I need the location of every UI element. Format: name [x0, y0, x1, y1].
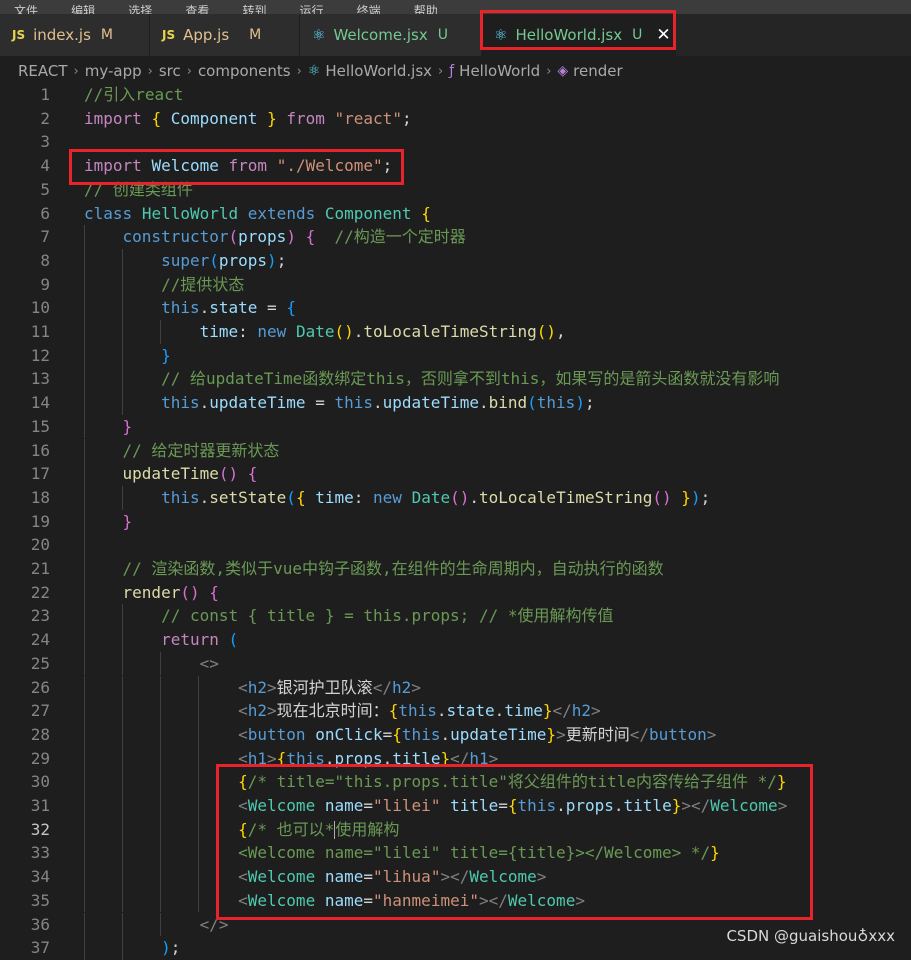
code-line-19: 19 } [0, 509, 911, 534]
menu-bar: 文件 编辑 选择 查看 转到 运行 终端 帮助 [0, 0, 911, 14]
function-icon: ƒ [449, 63, 455, 79]
code-line-15: 15 } [0, 414, 911, 439]
code-line-20: 20 [0, 533, 911, 557]
chevron-right-icon: › [186, 63, 192, 79]
code-line-12: 12 } [0, 343, 911, 368]
code-line-22: 22 render() { [0, 580, 911, 605]
chevron-right-icon: › [438, 63, 444, 79]
code-line-4: 4 import Welcome from "./Welcome"; [40, 156, 393, 176]
tab-label: index.js [33, 26, 91, 44]
code-line-1: 1//引入react [40, 85, 184, 104]
code-line-3: 3 [40, 132, 50, 152]
code-editor[interactable]: 1//引入react 2 import { Component } from "r… [0, 83, 911, 960]
breadcrumb: REACT › my-app › src › components › ⚛ He… [0, 58, 911, 84]
js-icon: JS [12, 28, 26, 42]
code-line-14: 14 this.updateTime = this.updateTime.bin… [0, 391, 911, 415]
code-line-6: 6 class HelloWorld extends Component { [40, 203, 431, 223]
menu-item[interactable]: 文件 [14, 5, 38, 14]
menu-item[interactable]: 转到 [242, 5, 266, 14]
code-line-29: 29 <h1>{this.props.title}</h1> [0, 746, 911, 771]
code-line-16: 16 // 给定时器更新状态 [0, 438, 911, 463]
chevron-right-icon: › [546, 63, 552, 79]
editor-tab-bar: JS index.js M JS App.js M ⚛ Welcome.jsx … [0, 14, 911, 56]
code-line-8: 8 super(props); [0, 248, 911, 273]
code-line-26: 26 <h2>银河护卫队滚</h2> [0, 675, 911, 700]
menu-item[interactable]: 终端 [357, 5, 381, 14]
code-line-10: 10 this.state = { [0, 296, 911, 320]
menu-item[interactable]: 编辑 [71, 5, 95, 14]
breadcrumb-item[interactable]: components [198, 62, 291, 80]
menu-item[interactable]: 选择 [128, 5, 152, 14]
code-line-32: 32 {/* 也可以*使用解构 [0, 817, 911, 842]
code-line-18: 18 this.setState({ time: new Date().toLo… [0, 485, 911, 510]
code-line-34: 34 <Welcome name="lihua"></Welcome> [0, 865, 911, 889]
react-icon: ⚛ [312, 26, 326, 44]
menu-item[interactable]: 运行 [300, 5, 324, 14]
code-line-2: 2 import { Component } from "react"; [40, 108, 412, 128]
code-line-17: 17 updateTime() { [0, 462, 911, 486]
code-line-31: 31 <Welcome name="lilei" title={this.pro… [0, 794, 911, 818]
menu-item[interactable]: 帮助 [414, 5, 438, 14]
chevron-right-icon: › [147, 63, 153, 79]
code-line-9: 9 //提供状态 [0, 272, 911, 297]
breadcrumb-item[interactable]: src [159, 62, 181, 80]
code-line-35: 35 <Welcome name="hanmeimei"></Welcome> [0, 888, 911, 913]
tab-helloworld-jsx[interactable]: ⚛ HelloWorld.jsx U ✕ [482, 14, 676, 56]
tab-welcome-jsx[interactable]: ⚛ Welcome.jsx U [300, 14, 482, 56]
tab-app-js[interactable]: JS App.js M [150, 14, 300, 56]
code-line-13: 13 // 给updateTime函数绑定this，否则拿不到this，如果写的… [0, 367, 911, 392]
code-line-30: 30 {/* title="this.props.title"将父组件的titl… [0, 770, 911, 794]
code-line-23: 23 // const { title } = this.props; // *… [0, 604, 911, 629]
js-icon: JS [162, 28, 176, 42]
code-line-7: 7 constructor(props) { //构造一个定时器 [0, 225, 911, 249]
breadcrumb-item[interactable]: HelloWorld [459, 62, 540, 80]
react-icon: ⚛ [494, 26, 508, 44]
code-line-21: 21 // 渲染函数,类似于vue中钩子函数,在组件的生命周期内，自动执行的函数 [0, 557, 911, 581]
tab-status: M [249, 27, 262, 43]
breadcrumb-item[interactable]: render [573, 62, 623, 80]
code-line-28: 28 <button onClick={this.updateTime}>更新时… [0, 722, 911, 747]
breadcrumb-item[interactable]: HelloWorld.jsx [325, 62, 432, 80]
watermark: CSDN @guaishou♁xxx [726, 927, 895, 945]
chevron-right-icon: › [296, 63, 302, 79]
tab-status: U [632, 27, 643, 43]
tab-label: Welcome.jsx [333, 26, 428, 44]
text-cursor [334, 821, 336, 840]
chevron-right-icon: › [73, 63, 79, 79]
breadcrumb-item[interactable]: my-app [85, 62, 142, 80]
close-icon[interactable]: ✕ [656, 25, 670, 45]
method-icon: ◈ [557, 63, 569, 79]
tab-index-js[interactable]: JS index.js M [0, 14, 150, 56]
code-line-33: 33 <Welcome name="lilei" title={title}><… [0, 841, 911, 866]
tab-status: M [100, 27, 113, 43]
code-line-24: 24 return ( [0, 628, 911, 652]
react-icon: ⚛ [307, 63, 321, 79]
code-line-5: 5// 创建类组件 [40, 179, 193, 199]
breadcrumb-item[interactable]: REACT [18, 62, 68, 80]
code-line-11: 11 time: new Date().toLocaleTimeString()… [0, 320, 911, 344]
tab-label: HelloWorld.jsx [515, 26, 623, 44]
code-line-27: 27 <h2>现在北京时间：{this.state.time}</h2> [0, 699, 911, 723]
code-line-25: 25 <> [0, 651, 911, 676]
tab-status: U [437, 27, 448, 43]
menu-item[interactable]: 查看 [185, 5, 209, 14]
tab-label: App.js [183, 26, 230, 44]
